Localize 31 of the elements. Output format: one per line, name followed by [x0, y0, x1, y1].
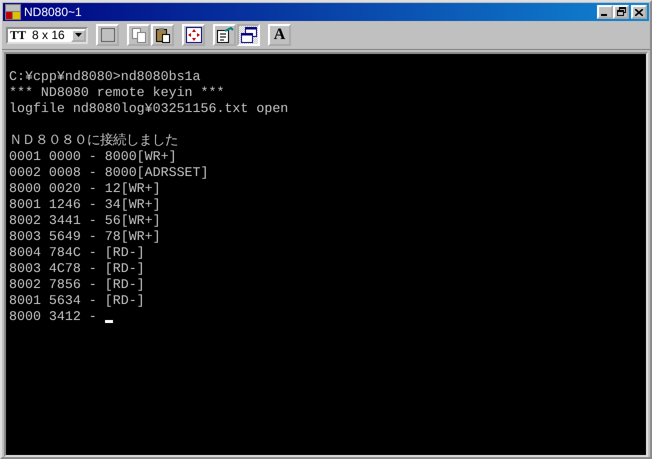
close-icon — [635, 8, 643, 16]
window-title: ND8080~1 — [24, 5, 83, 19]
truetype-icon: TT — [10, 28, 28, 42]
minimize-button[interactable] — [597, 5, 613, 19]
console-line: C:¥cpp¥nd8080>nd8080bs1a — [9, 69, 201, 85]
properties-button[interactable] — [213, 24, 236, 46]
console-line: 8002 7856 - [RD-] — [9, 277, 145, 293]
restore-button[interactable] — [613, 5, 629, 19]
fullscreen-button[interactable] — [182, 24, 205, 46]
font-size-value: 8 x 16 — [31, 28, 66, 42]
console-line: ＮＤ８０８０に接続しました — [9, 133, 178, 149]
console-line: 8002 3441 - 56[WR+] — [9, 213, 161, 229]
console-line: logfile nd8080log¥03251156.txt open — [9, 101, 288, 117]
console-line: 8001 5634 - [RD-] — [9, 293, 145, 309]
font-size-dropdown[interactable]: TT 8 x 16 — [6, 26, 88, 44]
console-line: 8000 0020 - 12[WR+] — [9, 181, 161, 197]
dos-icon — [5, 4, 21, 20]
console-line: 8003 5649 - 78[WR+] — [9, 229, 161, 245]
console-line: 8001 1246 - 34[WR+] — [9, 197, 161, 213]
restore-icon — [616, 7, 626, 16]
font-button[interactable]: A — [268, 24, 291, 46]
console-line: 8003 4C78 - [RD-] — [9, 261, 145, 277]
console-line: 8004 784C - [RD-] — [9, 245, 145, 261]
copy-button[interactable] — [127, 24, 150, 46]
console-line: 0002 0008 - 8000[ADRSSET] — [9, 165, 208, 181]
close-button[interactable] — [631, 5, 647, 19]
paste-button[interactable] — [151, 24, 174, 46]
console-line: 0001 0000 - 8000[WR+] — [9, 149, 177, 165]
console-line: 8000 3412 - — [9, 309, 98, 325]
console-line: *** ND8080 remote keyin *** — [9, 85, 224, 101]
mark-button[interactable] — [96, 24, 119, 46]
